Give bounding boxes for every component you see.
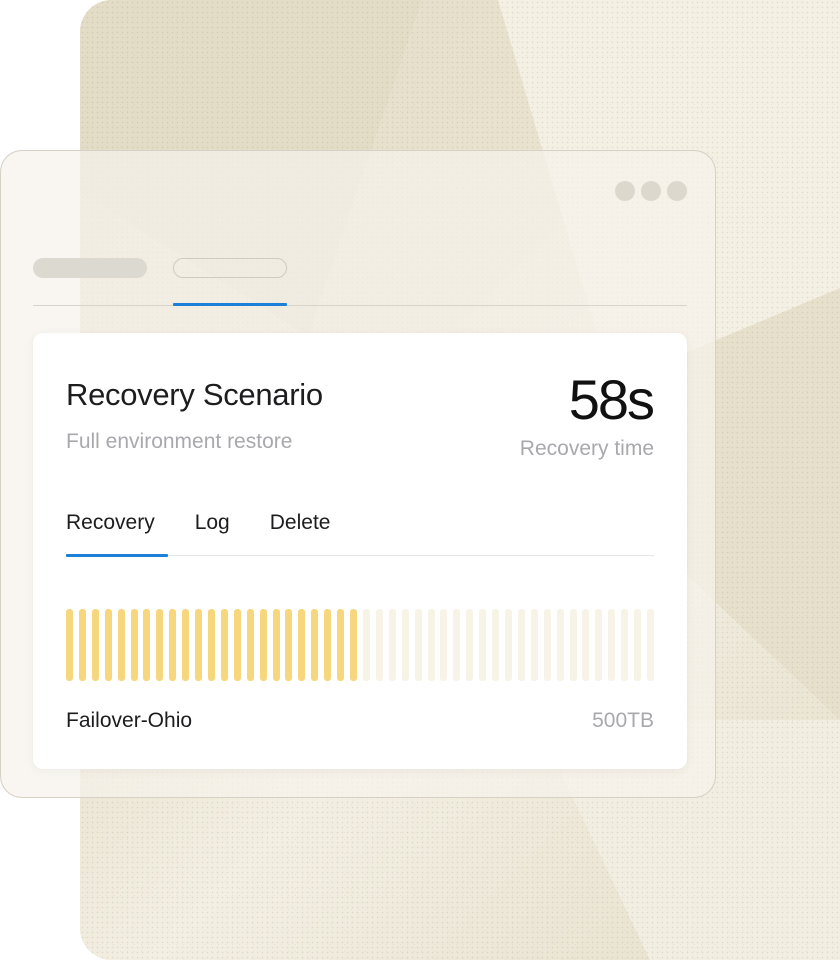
progress-segment-empty xyxy=(479,609,487,681)
progress-segment-filled xyxy=(143,609,151,681)
window-dot-icon[interactable] xyxy=(667,181,687,201)
progress-segment-empty xyxy=(362,609,370,681)
tab-log[interactable]: Log xyxy=(195,511,230,535)
failover-name: Failover-Ohio xyxy=(66,709,193,732)
window-dot-icon[interactable] xyxy=(641,181,661,201)
storage-size: 500TB xyxy=(592,709,654,732)
progress-segment-empty xyxy=(582,609,590,681)
active-tab-indicator xyxy=(173,303,287,306)
progress-segment-empty xyxy=(608,609,616,681)
progress-segment-filled xyxy=(182,609,190,681)
progress-segment-filled xyxy=(298,609,306,681)
progress-segment-empty xyxy=(556,609,564,681)
tab-divider xyxy=(33,305,687,306)
progress-segment-filled xyxy=(324,609,332,681)
recovery-time-label: Recovery time xyxy=(519,437,654,460)
progress-segment-empty xyxy=(530,609,538,681)
progress-segment-filled xyxy=(104,609,112,681)
progress-segment-empty xyxy=(466,609,474,681)
progress-segment-filled xyxy=(220,609,228,681)
progress-segment-empty xyxy=(634,609,642,681)
progress-segment-empty xyxy=(492,609,500,681)
progress-segment-empty xyxy=(517,609,525,681)
progress-segment-filled xyxy=(156,609,164,681)
progress-segment-empty xyxy=(647,609,654,681)
app-window: Recovery Scenario Full environment resto… xyxy=(0,150,716,798)
progress-segment-empty xyxy=(375,609,383,681)
progress-segment-empty xyxy=(543,609,551,681)
progress-segment-filled xyxy=(78,609,86,681)
card-subtitle: Full environment restore xyxy=(66,430,293,453)
window-dot-icon[interactable] xyxy=(615,181,635,201)
progress-segment-filled xyxy=(208,609,216,681)
progress-segment-empty xyxy=(569,609,577,681)
recovery-time-value: 58s xyxy=(568,368,655,431)
progress-segment-empty xyxy=(621,609,629,681)
progress-segment-empty xyxy=(388,609,396,681)
progress-segment-filled xyxy=(66,609,73,681)
tab-placeholder-1[interactable] xyxy=(33,258,147,278)
progress-segment-filled xyxy=(91,609,99,681)
progress-segment-filled xyxy=(259,609,267,681)
progress-segment-empty xyxy=(504,609,512,681)
progress-segment-filled xyxy=(117,609,125,681)
progress-segment-filled xyxy=(169,609,177,681)
progress-segment-filled xyxy=(272,609,280,681)
progress-segment-filled xyxy=(337,609,345,681)
tab-delete[interactable]: Delete xyxy=(270,511,331,535)
progress-bar-segments xyxy=(66,609,654,681)
progress-segment-filled xyxy=(130,609,138,681)
progress-segment-empty xyxy=(440,609,448,681)
recovery-scenario-card: Recovery Scenario Full environment resto… xyxy=(33,333,687,769)
progress-segment-empty xyxy=(427,609,435,681)
tab-placeholder-2[interactable] xyxy=(173,258,287,278)
card-active-tab-indicator xyxy=(66,554,168,557)
progress-segment-filled xyxy=(285,609,293,681)
tab-recovery[interactable]: Recovery xyxy=(66,511,155,535)
progress-segment-empty xyxy=(453,609,461,681)
progress-segment-empty xyxy=(401,609,409,681)
progress-segment-filled xyxy=(311,609,319,681)
progress-segment-empty xyxy=(414,609,422,681)
window-controls xyxy=(615,181,687,201)
card-title: Recovery Scenario xyxy=(66,377,323,412)
progress-segment-filled xyxy=(350,609,358,681)
progress-segment-filled xyxy=(246,609,254,681)
progress-segment-filled xyxy=(233,609,241,681)
progress-segment-empty xyxy=(595,609,603,681)
card-tabs: Recovery Log Delete xyxy=(66,511,330,535)
progress-segment-filled xyxy=(195,609,203,681)
